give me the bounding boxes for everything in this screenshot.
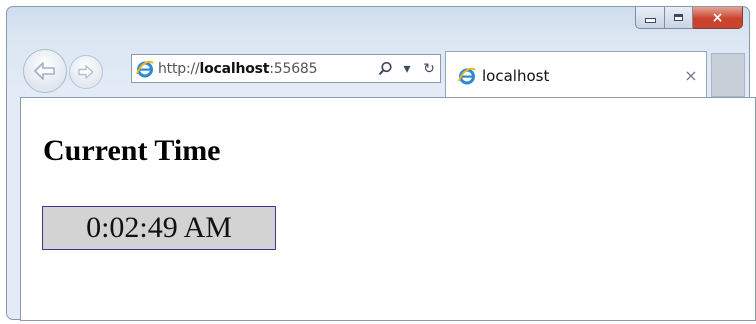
back-arrow-icon (34, 62, 55, 80)
forward-button[interactable] (69, 55, 103, 89)
ie-tab-icon (452, 66, 482, 86)
page-content: Current Time 0:02:49 AM (20, 97, 756, 321)
address-bar[interactable]: http://localhost:55685 ▾ ↻ (131, 54, 441, 83)
minimize-button[interactable] (635, 7, 665, 29)
tab-label: localhost (482, 66, 550, 85)
search-icon (378, 61, 392, 76)
address-dropdown-icon[interactable]: ▾ (396, 55, 418, 82)
close-icon: × (711, 9, 724, 26)
forward-arrow-icon (78, 65, 94, 79)
tab-close-icon[interactable]: × (676, 66, 706, 85)
url-port: :55685 (269, 60, 318, 77)
browser-window: × http://localhost:55685 ▾ ↻ localhost ×… (6, 6, 756, 321)
close-window-button[interactable]: × (693, 7, 743, 29)
maximize-icon (674, 14, 683, 21)
back-button[interactable] (23, 49, 67, 93)
ie-page-icon (132, 55, 158, 82)
new-tab-button[interactable] (711, 53, 745, 97)
url-host: localhost (199, 60, 270, 77)
page-title: Current Time (43, 134, 221, 167)
url-text[interactable]: http://localhost:55685 (158, 61, 374, 77)
tab-localhost[interactable]: localhost × (445, 51, 707, 99)
maximize-button[interactable] (665, 7, 693, 29)
refresh-icon[interactable]: ↻ (418, 55, 440, 82)
current-time-display: 0:02:49 AM (42, 206, 276, 250)
caption-buttons: × (635, 7, 743, 33)
url-scheme: http:// (158, 60, 200, 77)
search-button[interactable] (374, 55, 396, 82)
minimize-icon (644, 18, 656, 23)
